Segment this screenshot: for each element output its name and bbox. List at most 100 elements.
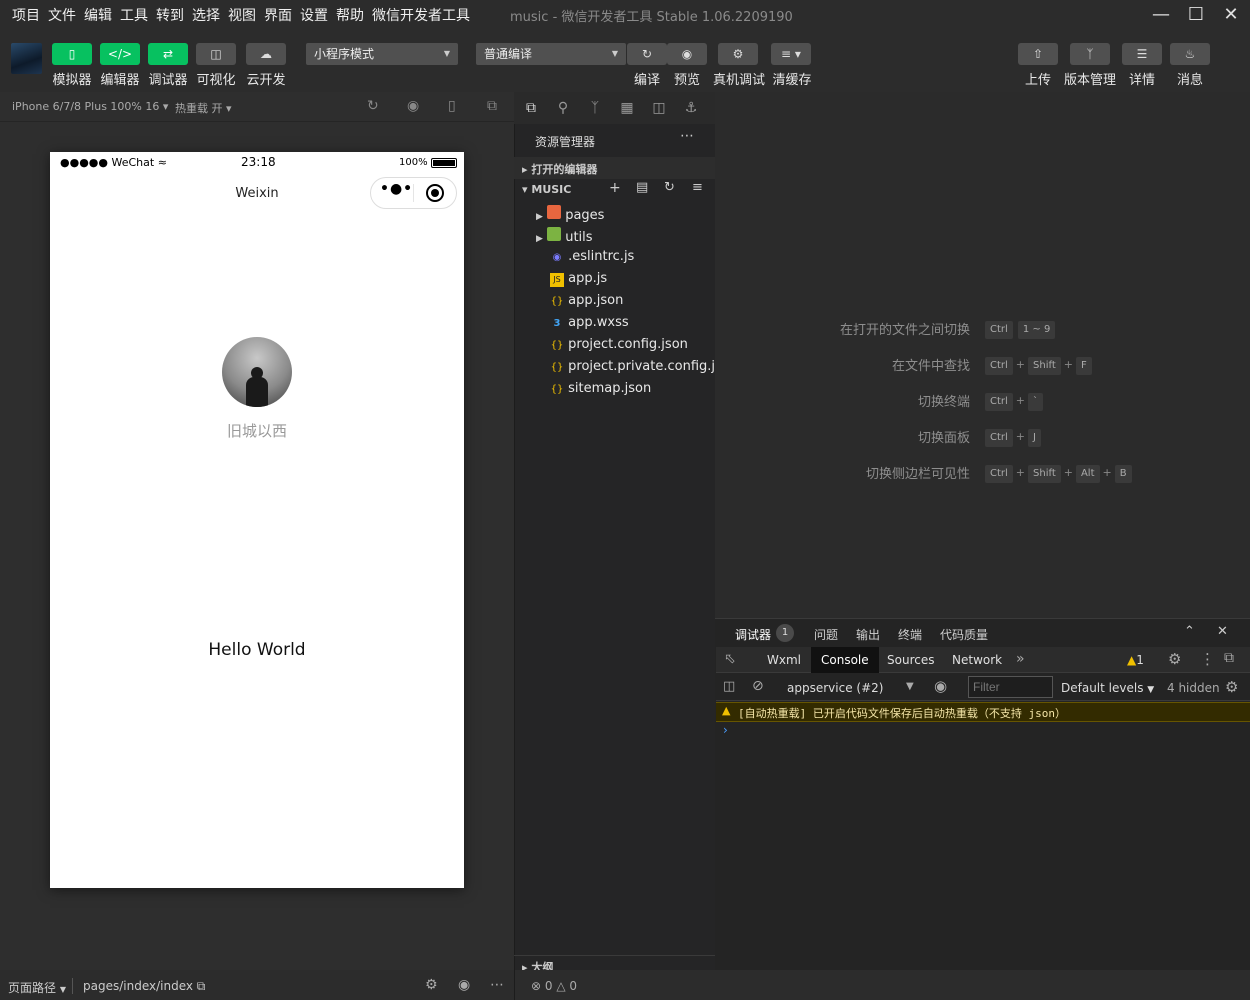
cloud-button[interactable]: ☁ (246, 43, 286, 65)
collapse-icon[interactable]: ≡ (692, 180, 703, 195)
bug-icon[interactable]: ⚙ (425, 977, 438, 993)
menu-item-interface[interactable]: 界面 (264, 5, 292, 25)
refresh-icon[interactable]: ↻ (664, 180, 675, 195)
undock-icon[interactable]: ⧉ (1224, 650, 1234, 666)
menu-item-settings[interactable]: 设置 (300, 5, 328, 25)
rotate-icon[interactable]: ↻ (367, 98, 379, 114)
source-control-icon[interactable]: ᛉ (585, 98, 605, 118)
tab-console[interactable]: Console (811, 647, 879, 673)
real-device-debug-button[interactable]: ⚙ (718, 43, 758, 65)
page-path-select[interactable]: 页面路径 ▼ (8, 979, 66, 996)
tree-item-app-js[interactable]: JS app.js (550, 271, 607, 287)
eye-icon[interactable]: ◉ (458, 977, 470, 993)
messages-button[interactable]: ♨ (1170, 43, 1210, 65)
status-battery: 100% (399, 157, 428, 168)
page-path-label: 页面路径 (8, 981, 57, 995)
more-icon[interactable]: •●• (380, 181, 413, 197)
phone-icon[interactable]: ▯ (448, 98, 456, 114)
menu-item-devtools[interactable]: 微信开发者工具 (372, 5, 470, 25)
menu-item-file[interactable]: 文件 (48, 5, 76, 25)
tab-debugger[interactable]: 调试器 (735, 626, 772, 648)
tab-wxml[interactable]: Wxml (757, 647, 811, 673)
new-folder-icon[interactable]: ▤ (636, 180, 648, 195)
close-window-button[interactable]: ✕ (1218, 2, 1244, 28)
version-button[interactable]: ᛉ (1070, 43, 1110, 65)
docker-icon[interactable]: ⚓ (681, 98, 701, 118)
preview-button[interactable]: ◉ (667, 43, 707, 65)
warning-counter[interactable]: ▲1 (1127, 653, 1144, 667)
search-icon[interactable]: ⚲ (553, 98, 573, 118)
record-icon[interactable]: ◉ (407, 98, 419, 114)
hot-reload-select[interactable]: 热重载 开 ▾ (175, 100, 232, 116)
tree-item-app-wxss[interactable]: 3 app.wxss (550, 315, 629, 331)
tab-sources[interactable]: Sources (877, 647, 944, 673)
editor-toggle-button[interactable]: </> (100, 43, 140, 65)
tab-output[interactable]: 输出 (856, 626, 880, 643)
kebab-icon[interactable]: ⋮ (1200, 650, 1215, 668)
layout-icon[interactable]: ◫ (649, 98, 669, 118)
tree-item-sitemap[interactable]: {} sitemap.json (550, 381, 652, 397)
menu-item-select[interactable]: 选择 (192, 5, 220, 25)
menu-item-project[interactable]: 项目 (12, 5, 40, 25)
tab-code-quality[interactable]: 代码质量 (940, 626, 988, 643)
popout-icon[interactable]: ⧉ (487, 98, 497, 114)
compile-button[interactable]: ↻ (627, 43, 667, 65)
menu-item-tools[interactable]: 工具 (120, 5, 148, 25)
clear-cache-button[interactable]: ≡ ▾ (771, 43, 811, 65)
menu-item-help[interactable]: 帮助 (336, 5, 364, 25)
chevron-right-icon: ▸ (522, 163, 528, 176)
filter-input[interactable] (968, 676, 1053, 698)
mode-select[interactable]: 小程序模式 ▼ (306, 43, 458, 65)
minimize-button[interactable]: — (1148, 2, 1174, 28)
debugger-toggle-button[interactable]: ⇄ (148, 43, 188, 65)
page-path[interactable]: pages/index/index ⧉ (83, 979, 205, 994)
extensions-icon[interactable]: ▦ (617, 98, 637, 118)
new-file-icon[interactable]: + (609, 180, 621, 196)
project-header[interactable]: ▾ MUSIC (522, 183, 571, 196)
upload-button[interactable]: ⇧ (1018, 43, 1058, 65)
problems-summary[interactable]: ⊗ 0 △ 0 (531, 979, 577, 993)
more-icon[interactable]: ⋯ (490, 977, 504, 993)
close-icon[interactable]: ✕ (1217, 624, 1228, 639)
tree-item-eslintrc[interactable]: ◉ .eslintrc.js (550, 249, 635, 265)
more-icon[interactable]: ⋯ (680, 128, 694, 144)
details-label: 详情 (1128, 73, 1155, 88)
compile-select[interactable]: 普通编译 ▼ (476, 43, 626, 65)
console-prompt-icon[interactable]: › (723, 723, 728, 737)
tree-item-project-config[interactable]: {} project.config.json (550, 337, 688, 353)
tree-item-pages[interactable]: ▶ pages (536, 205, 604, 223)
visual-button[interactable]: ◫ (196, 43, 236, 65)
tree-item-app-json[interactable]: {} app.json (550, 293, 624, 309)
tree-item-utils[interactable]: ▶ utils (536, 227, 593, 245)
context-select[interactable]: appservice (#2) (787, 681, 883, 695)
menu-item-goto[interactable]: 转到 (156, 5, 184, 25)
tree-item-project-private-config[interactable]: {} project.private.config.js... (550, 359, 735, 375)
tab-problems[interactable]: 问题 (814, 626, 838, 643)
close-miniprogram-icon[interactable] (426, 184, 444, 202)
chevron-up-icon[interactable]: ⌃ (1184, 624, 1195, 639)
simulator-toggle-button[interactable]: ▯ (52, 43, 92, 65)
tab-terminal[interactable]: 终端 (898, 626, 922, 643)
maximize-button[interactable]: ☐ (1183, 2, 1209, 28)
menu-item-view[interactable]: 视图 (228, 5, 256, 25)
key: Ctrl (985, 393, 1013, 411)
avatar[interactable] (11, 43, 42, 74)
shortcut-hints: 在打开的文件之间切换 Ctrl 1 ~ 9 在文件中查找 Ctrl + Shift +… (780, 317, 1240, 497)
more-tabs-icon[interactable]: » (1016, 651, 1025, 667)
inspect-icon[interactable]: ⬁ (724, 651, 736, 667)
debug-icon: ⇄ (162, 47, 174, 61)
levels-select[interactable]: Default levels ▼ (1061, 681, 1154, 695)
menu-item-edit[interactable]: 编辑 (84, 5, 112, 25)
console-settings-icon[interactable]: ⚙ (1225, 678, 1238, 696)
details-button[interactable]: ☰ (1122, 43, 1162, 65)
device-select[interactable]: iPhone 6/7/8 Plus 100% 16 ▾ (12, 100, 168, 113)
copy-icon[interactable]: ⧉ (197, 979, 206, 993)
gear-icon[interactable]: ⚙ (1168, 650, 1181, 668)
files-icon[interactable]: ⧉ (521, 98, 541, 118)
eye-icon[interactable]: ◉ (934, 677, 947, 695)
sidebar-toggle-icon[interactable]: ◫ (723, 679, 735, 694)
tab-network[interactable]: Network (942, 647, 1012, 673)
hidden-count: 4 hidden (1167, 681, 1220, 695)
caret-down-icon: ▼ (1147, 685, 1155, 695)
clear-console-icon[interactable]: ⊘ (752, 678, 764, 694)
